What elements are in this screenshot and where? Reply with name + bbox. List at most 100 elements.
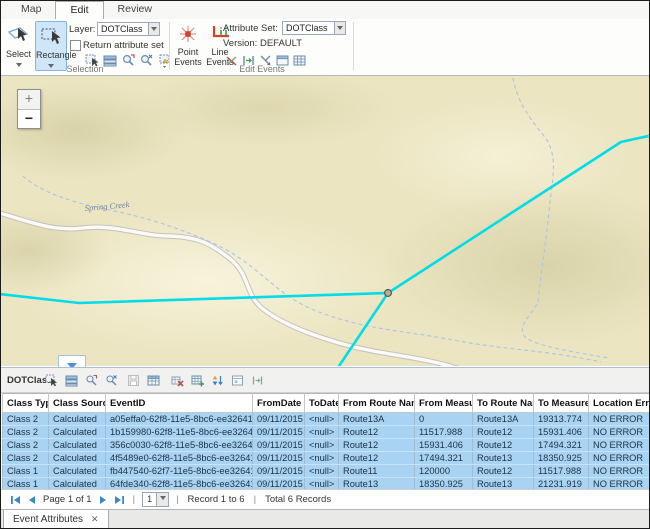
- add-record-icon[interactable]: [189, 372, 206, 389]
- table-cell[interactable]: <null>: [305, 452, 339, 465]
- last-page-button[interactable]: [112, 493, 128, 507]
- table-cell[interactable]: NO ERROR: [589, 452, 650, 465]
- table-cell[interactable]: 09/11/2015: [253, 413, 305, 426]
- page-select[interactable]: 1: [142, 492, 169, 507]
- table-cell[interactable]: 18350.925: [415, 478, 473, 490]
- split-record-icon[interactable]: [249, 372, 266, 389]
- table-cell[interactable]: Calculated: [49, 465, 106, 478]
- map-canvas[interactable]: Spring Creek + −: [1, 76, 649, 366]
- route-event-line-south[interactable]: [335, 293, 388, 366]
- attribute-set-dropdown[interactable]: [334, 21, 346, 35]
- table-cell[interactable]: Route12: [339, 426, 415, 439]
- column-header[interactable]: From Measure: [415, 394, 473, 413]
- layer-combobox-dropdown[interactable]: [148, 22, 160, 36]
- route-event-line-west[interactable]: [1, 293, 388, 303]
- table-cell[interactable]: 21231.919: [534, 478, 589, 490]
- table-cell[interactable]: Route12: [473, 439, 534, 452]
- table-cell[interactable]: 1b159980-62f8-11e5-8bc6-ee32641d5ec9: [106, 426, 253, 439]
- table-cell[interactable]: 09/11/2015: [253, 465, 305, 478]
- previous-page-button[interactable]: [23, 493, 39, 507]
- table-cell[interactable]: Class 2: [3, 426, 49, 439]
- table-cell[interactable]: Route11: [339, 465, 415, 478]
- table-cell[interactable]: 120000: [415, 465, 473, 478]
- table-cell[interactable]: Route12: [339, 439, 415, 452]
- return-attribute-set-checkbox[interactable]: [70, 40, 81, 51]
- table-cell[interactable]: 64fde340-62f8-11e5-8bc6-ee32641d5ec9: [106, 478, 253, 490]
- column-header[interactable]: To Route Name: [473, 394, 534, 413]
- column-header[interactable]: Class Type: [3, 394, 49, 413]
- table-cell[interactable]: NO ERROR: [589, 439, 650, 452]
- table-cell[interactable]: a05effa0-62f8-11e5-8bc6-ee32641d5ec9: [106, 413, 253, 426]
- table-cell[interactable]: fb447540-62f7-11e5-8bc6-ee32641d5ec9: [106, 465, 253, 478]
- table-cell[interactable]: Calculated: [49, 439, 106, 452]
- table-cell[interactable]: Route12: [473, 465, 534, 478]
- zoom-out-button[interactable]: −: [18, 109, 40, 128]
- table-row[interactable]: Class 2Calculated1b159980-62f8-11e5-8bc6…: [3, 426, 650, 439]
- switch-table-icon[interactable]: [145, 372, 162, 389]
- table-cell[interactable]: Class 1: [3, 478, 49, 490]
- route-event-line-northeast[interactable]: [388, 135, 649, 293]
- table-cell[interactable]: Calculated: [49, 478, 106, 490]
- table-cell[interactable]: NO ERROR: [589, 426, 650, 439]
- tab-edit[interactable]: Edit: [55, 1, 103, 19]
- table-cell[interactable]: <null>: [305, 465, 339, 478]
- table-cell[interactable]: 15931.406: [534, 426, 589, 439]
- table-cell[interactable]: 4f5489e0-62f8-11e5-8bc6-ee32641d5ec9: [106, 452, 253, 465]
- chevron-down-icon[interactable]: [156, 493, 168, 506]
- table-cell[interactable]: Calculated: [49, 426, 106, 439]
- table-cell[interactable]: 18350.925: [534, 452, 589, 465]
- clear-selection-icon[interactable]: [169, 372, 186, 389]
- layer-combobox[interactable]: DOTClass: [97, 22, 149, 36]
- column-header[interactable]: From Route Name: [339, 394, 415, 413]
- table-cell[interactable]: 09/11/2015: [253, 439, 305, 452]
- table-row[interactable]: Class 2Calculated4f5489e0-62f8-11e5-8bc6…: [3, 452, 650, 465]
- table-cell[interactable]: 15931.406: [415, 439, 473, 452]
- table-cell[interactable]: Route12: [339, 452, 415, 465]
- table-cell[interactable]: 11517.988: [415, 426, 473, 439]
- column-header[interactable]: ToDate: [305, 394, 339, 413]
- column-header[interactable]: To Measure: [534, 394, 589, 413]
- tab-review[interactable]: Review: [104, 1, 166, 19]
- tab-event-attributes[interactable]: Event Attributes ✕: [3, 510, 109, 529]
- table-cell[interactable]: Route13A: [473, 413, 534, 426]
- route-junction-marker[interactable]: [385, 290, 392, 297]
- select-records-icon[interactable]: [43, 372, 60, 389]
- table-cell[interactable]: <null>: [305, 478, 339, 490]
- pan-to-record-icon[interactable]: [103, 372, 120, 389]
- table-cell[interactable]: Class 2: [3, 413, 49, 426]
- table-cell[interactable]: Route13: [339, 478, 415, 490]
- table-cell[interactable]: Calculated: [49, 413, 106, 426]
- next-page-button[interactable]: [96, 493, 112, 507]
- table-row[interactable]: Class 2Calculateda05effa0-62f8-11e5-8bc6…: [3, 413, 650, 426]
- close-icon[interactable]: ✕: [91, 514, 99, 525]
- zoom-in-button[interactable]: +: [18, 90, 40, 109]
- table-cell[interactable]: 0: [415, 413, 473, 426]
- table-cell[interactable]: Class 1: [3, 465, 49, 478]
- table-row[interactable]: Class 1Calculatedfb447540-62f7-11e5-8bc6…: [3, 465, 650, 478]
- column-header[interactable]: EventID: [106, 394, 253, 413]
- table-cell[interactable]: Calculated: [49, 452, 106, 465]
- column-header[interactable]: Class Source: [49, 394, 106, 413]
- column-header[interactable]: FromDate: [253, 394, 305, 413]
- table-cell[interactable]: <null>: [305, 413, 339, 426]
- tab-map[interactable]: Map: [7, 1, 55, 19]
- table-cell[interactable]: Route13: [473, 478, 534, 490]
- column-header[interactable]: Location Error: [589, 394, 650, 413]
- table-cell[interactable]: NO ERROR: [589, 465, 650, 478]
- table-cell[interactable]: 09/11/2015: [253, 478, 305, 490]
- table-cell[interactable]: 17494.321: [415, 452, 473, 465]
- sort-icon[interactable]: [209, 372, 226, 389]
- table-row[interactable]: Class 1Calculated64fde340-62f8-11e5-8bc6…: [3, 478, 650, 490]
- show-selected-icon[interactable]: [63, 372, 80, 389]
- table-cell[interactable]: 09/11/2015: [253, 426, 305, 439]
- table-cell[interactable]: Class 2: [3, 439, 49, 452]
- table-cell[interactable]: Route12: [473, 426, 534, 439]
- table-cell[interactable]: Class 2: [3, 452, 49, 465]
- first-page-button[interactable]: [7, 493, 23, 507]
- attribute-window-icon[interactable]: [229, 372, 246, 389]
- table-cell[interactable]: NO ERROR: [589, 478, 650, 490]
- table-cell[interactable]: 09/11/2015: [253, 452, 305, 465]
- table-row[interactable]: Class 2Calculated356c0030-62f8-11e5-8bc6…: [3, 439, 650, 452]
- table-cell[interactable]: NO ERROR: [589, 413, 650, 426]
- attribute-set-combobox[interactable]: DOTClass: [282, 21, 335, 35]
